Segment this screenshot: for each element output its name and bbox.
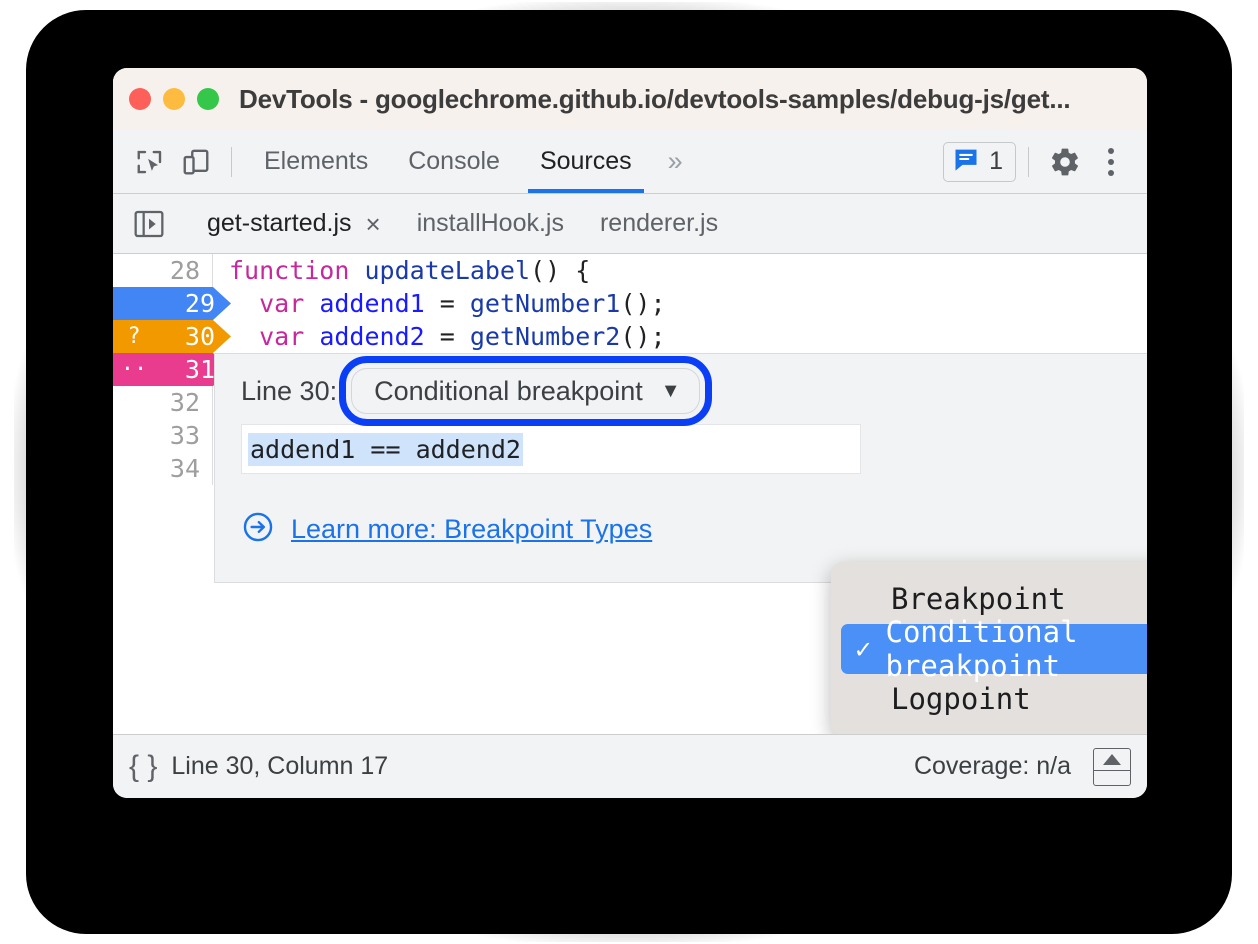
devtools-toolbar: Elements Console Sources » 1 <box>113 130 1147 194</box>
code-line-30[interactable]: ? 30 var addend2 = getNumber2(); <box>113 320 1147 353</box>
learn-more-link[interactable]: Learn more: Breakpoint Types <box>291 514 652 545</box>
show-drawer-icon[interactable] <box>1093 747 1131 786</box>
inspect-element-icon[interactable] <box>127 139 173 185</box>
breakpoint-line-label: Line 30: <box>241 375 338 406</box>
gutter-32[interactable]: 32 <box>113 386 213 419</box>
token: var <box>259 322 320 351</box>
chevron-down-icon: ▼ <box>660 380 681 402</box>
toolbar-divider-2 <box>1028 146 1029 177</box>
editor-status-bar: { } Line 30, Column 17 Coverage: n/a <box>113 734 1147 798</box>
issues-icon <box>952 145 980 178</box>
toolbar-divider <box>231 146 232 177</box>
tab-sources-label: Sources <box>539 147 632 175</box>
file-tab-installhook[interactable]: installHook.js <box>399 194 582 253</box>
source-code-editor[interactable]: 28 function updateLabel() {29 var addend1… <box>113 254 1147 734</box>
device-toolbar-icon[interactable] <box>173 139 219 185</box>
window-titlebar: DevTools - googlechrome.github.io/devtoo… <box>113 68 1147 130</box>
traffic-lights <box>129 88 219 110</box>
gutter-29[interactable]: 29 <box>113 287 231 320</box>
token: function <box>229 256 365 285</box>
breakpoint-type-select[interactable]: Conditional breakpoint ▼ <box>351 368 700 414</box>
learn-more-row: Learn more: Breakpoint Types <box>241 510 1147 549</box>
menu-item-conditional-breakpoint-label: Conditional breakpoint <box>885 615 1078 683</box>
minimize-button[interactable] <box>163 88 185 110</box>
code-text-28: function updateLabel() { <box>213 254 590 287</box>
token: addend1 <box>319 289 425 318</box>
breakpoint-type-select-wrap: Conditional breakpoint ▼ <box>339 356 712 426</box>
panel-tabs: Elements Console Sources <box>244 130 652 193</box>
gutter-30[interactable]: ? 30 <box>113 320 231 353</box>
breakpoint-marker-30[interactable]: ? 30 <box>113 320 231 353</box>
token: (); <box>620 289 666 318</box>
window-title: DevTools - googlechrome.github.io/devtoo… <box>239 83 1071 114</box>
code-line-28[interactable]: 28 function updateLabel() { <box>113 254 1147 287</box>
issues-count: 1 <box>989 147 1003 175</box>
condition-input-value: addend1 == addend2 <box>248 432 523 466</box>
kebab-menu-icon[interactable] <box>1089 138 1133 186</box>
menu-item-logpoint-label: Logpoint <box>891 682 1031 716</box>
gutter-34[interactable]: 34 <box>113 452 213 485</box>
file-tab-renderer-label: renderer.js <box>599 209 719 237</box>
breakpoint-type-value: Conditional breakpoint <box>374 375 643 406</box>
token: () { <box>530 256 591 285</box>
drawer-bar <box>1094 769 1130 771</box>
breakpoint-type-row: Line 30: Conditional breakpoint ▼ <box>215 354 1147 426</box>
token: (); <box>620 322 666 351</box>
cursor-position: Line 30, Column 17 <box>171 752 389 780</box>
source-file-tabs: get-started.js × installHook.js renderer… <box>113 194 1147 254</box>
file-tab-renderer[interactable]: renderer.js <box>582 194 736 253</box>
devtools-window: DevTools - googlechrome.github.io/devtoo… <box>113 68 1147 798</box>
zoom-button[interactable] <box>197 88 219 110</box>
tab-console[interactable]: Console <box>388 130 520 193</box>
token: = <box>424 322 470 351</box>
breakpoint-marker-29[interactable]: 29 <box>113 287 231 320</box>
token: var <box>259 289 320 318</box>
code-text-30: var addend2 = getNumber2(); <box>213 320 666 353</box>
gutter-31[interactable]: ·· 31 <box>113 353 231 386</box>
coverage-status: Coverage: n/a <box>913 752 1071 780</box>
show-navigator-icon[interactable] <box>127 204 171 244</box>
code-line-29[interactable]: 29 var addend1 = getNumber1(); <box>113 287 1147 320</box>
token: getNumber2 <box>469 322 621 351</box>
file-tab-installhook-label: installHook.js <box>416 209 564 237</box>
condition-input[interactable]: addend1 == addend2 <box>241 424 861 474</box>
breakpoint-badge-31: ·· <box>120 357 148 382</box>
kebab-dot-3 <box>1108 169 1114 176</box>
code-text-29: var addend1 = getNumber1(); <box>213 287 666 320</box>
token: addend2 <box>319 322 425 351</box>
kebab-dot-1 <box>1108 147 1114 154</box>
menu-item-conditional-breakpoint[interactable]: ✓ Conditional breakpoint <box>841 615 1147 683</box>
breakpoint-editor-panel: Line 30: Conditional breakpoint ▼ addend… <box>214 353 1147 583</box>
drawer-triangle <box>1103 753 1121 765</box>
file-tab-get-started-label: get-started.js <box>207 209 352 237</box>
menu-item-breakpoint-label: Breakpoint <box>891 582 1066 616</box>
menu-item-conditional-breakpoint-tick: ✓ <box>855 633 872 665</box>
breakpoint-badge-30: ? <box>127 324 141 349</box>
file-tab-get-started[interactable]: get-started.js × <box>189 194 399 253</box>
tab-sources[interactable]: Sources <box>520 130 652 193</box>
close-icon[interactable]: × <box>366 211 381 237</box>
more-tabs-chevron-icon[interactable]: » <box>652 148 699 175</box>
arrow-circle-right-icon <box>241 510 275 549</box>
breakpoint-type-dropdown-menu: Breakpoint ✓ Conditional breakpoint Logp… <box>831 562 1147 734</box>
tab-elements-label: Elements <box>264 147 369 175</box>
gutter-33[interactable]: 33 <box>113 419 213 452</box>
gear-icon[interactable] <box>1041 138 1089 186</box>
issues-button[interactable]: 1 <box>943 141 1016 182</box>
token: = <box>424 289 470 318</box>
kebab-dot-2 <box>1108 158 1114 165</box>
gutter-28[interactable]: 28 <box>113 254 213 287</box>
close-button[interactable] <box>129 88 151 110</box>
token: updateLabel <box>364 256 531 285</box>
token: getNumber1 <box>469 289 621 318</box>
tab-console-label: Console <box>408 147 500 175</box>
tab-elements[interactable]: Elements <box>244 130 388 193</box>
pretty-print-icon[interactable]: { } <box>129 750 157 784</box>
